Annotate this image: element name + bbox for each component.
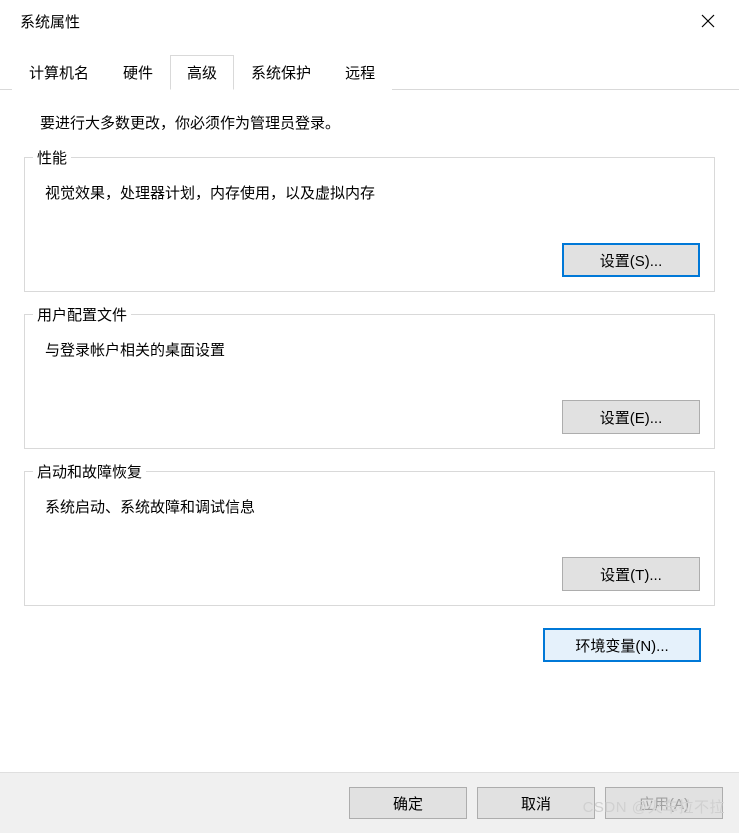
tab-advanced[interactable]: 高级: [170, 55, 234, 90]
environment-variables-button[interactable]: 环境变量(N)...: [543, 628, 701, 662]
admin-notice-text: 要进行大多数更改，你必须作为管理员登录。: [40, 112, 715, 133]
tabs-bar: 计算机名 硬件 高级 系统保护 远程: [0, 54, 739, 90]
userprofile-group: 用户配置文件 与登录帐户相关的桌面设置 设置(E)...: [24, 314, 715, 449]
startup-button-row: 设置(T)...: [39, 557, 700, 591]
userprofile-settings-button[interactable]: 设置(E)...: [562, 400, 700, 434]
performance-button-row: 设置(S)...: [39, 243, 700, 277]
performance-group-title: 性能: [33, 147, 71, 168]
close-button[interactable]: [691, 7, 725, 35]
userprofile-button-row: 设置(E)...: [39, 400, 700, 434]
tab-hardware[interactable]: 硬件: [106, 55, 170, 90]
startup-group: 启动和故障恢复 系统启动、系统故障和调试信息 设置(T)...: [24, 471, 715, 606]
performance-group-desc: 视觉效果，处理器计划，内存使用，以及虚拟内存: [45, 182, 700, 203]
ok-button[interactable]: 确定: [349, 787, 467, 819]
env-button-row: 环境变量(N)...: [24, 628, 715, 662]
close-icon: [701, 14, 715, 28]
performance-group: 性能 视觉效果，处理器计划，内存使用，以及虚拟内存 设置(S)...: [24, 157, 715, 292]
userprofile-group-desc: 与登录帐户相关的桌面设置: [45, 339, 700, 360]
tab-computer-name[interactable]: 计算机名: [12, 55, 106, 90]
tab-content-advanced: 要进行大多数更改，你必须作为管理员登录。 性能 视觉效果，处理器计划，内存使用，…: [0, 90, 739, 662]
startup-settings-button[interactable]: 设置(T)...: [562, 557, 700, 591]
startup-group-title: 启动和故障恢复: [33, 461, 146, 482]
tab-remote[interactable]: 远程: [328, 55, 392, 90]
apply-button[interactable]: 应用(A): [605, 787, 723, 819]
window-title: 系统属性: [20, 11, 80, 32]
startup-group-desc: 系统启动、系统故障和调试信息: [45, 496, 700, 517]
cancel-button[interactable]: 取消: [477, 787, 595, 819]
titlebar: 系统属性: [0, 0, 739, 42]
userprofile-group-title: 用户配置文件: [33, 304, 131, 325]
performance-settings-button[interactable]: 设置(S)...: [562, 243, 700, 277]
tab-system-protection[interactable]: 系统保护: [234, 55, 328, 90]
dialog-button-bar: 确定 取消 应用(A): [0, 772, 739, 833]
